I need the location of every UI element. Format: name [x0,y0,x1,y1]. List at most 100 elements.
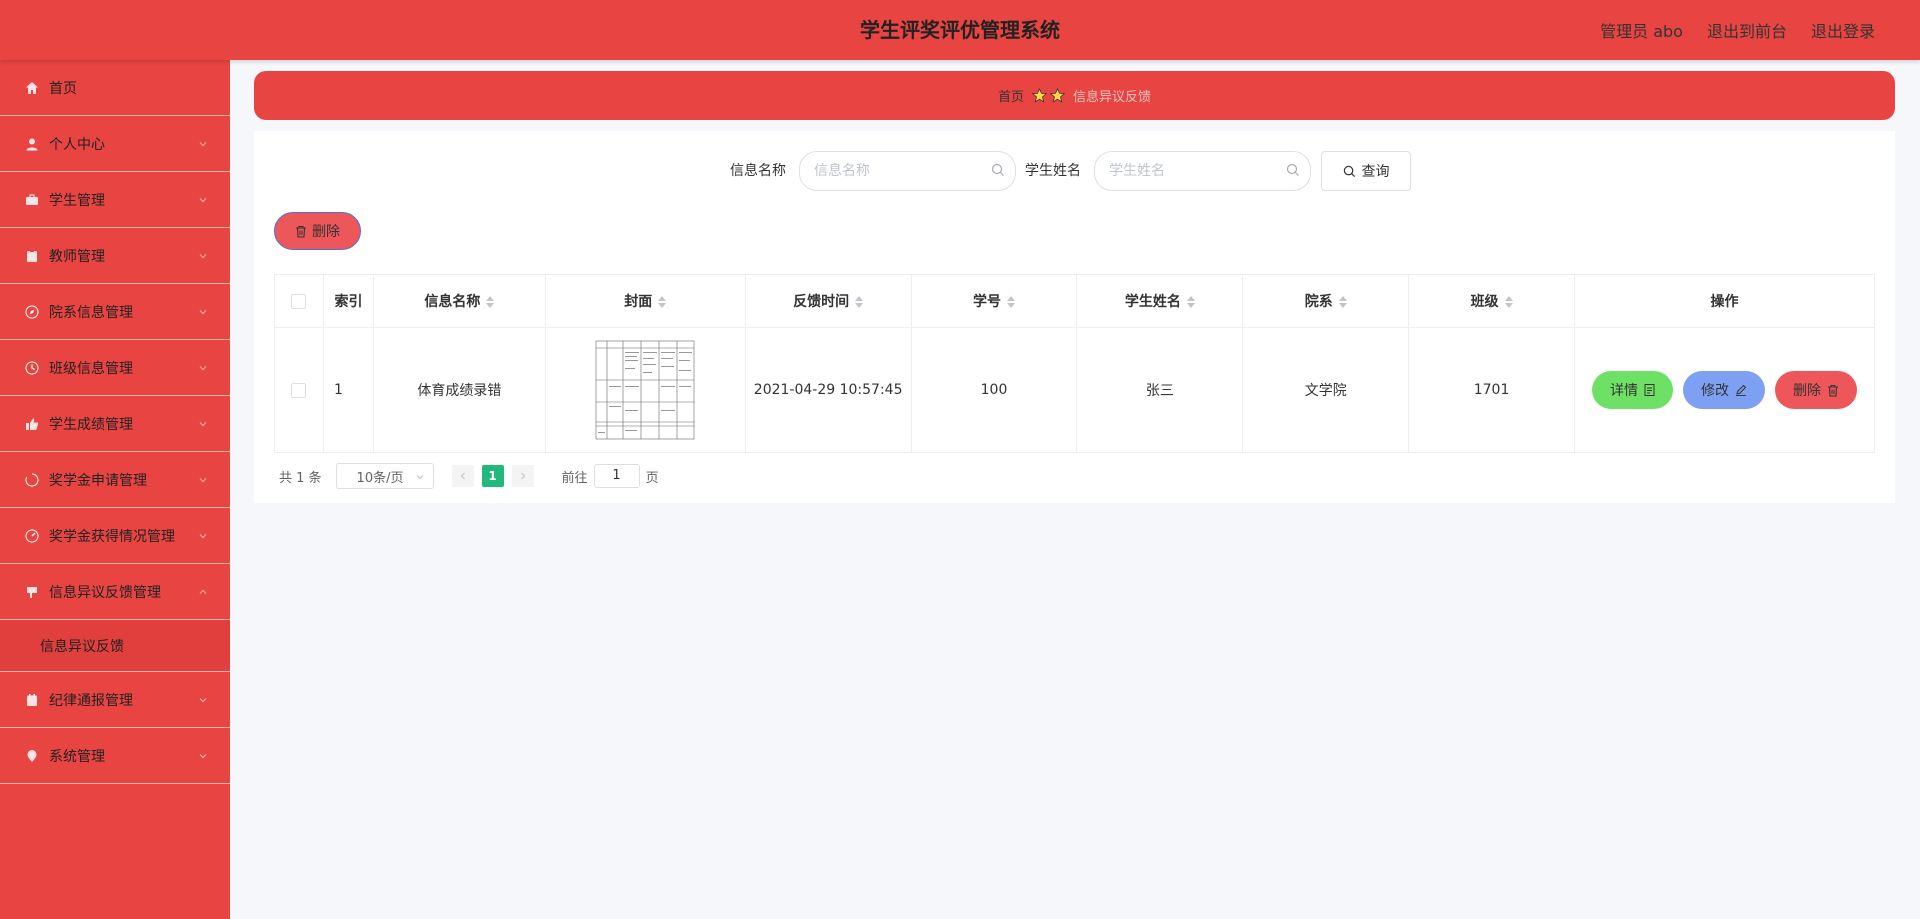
goto-label: 前往 [561,470,588,486]
star-icon [1032,88,1047,103]
info-name-input[interactable] [800,152,986,190]
pagination: 共 1 条 10条/页 1 前往 1 页 [279,462,659,490]
header-actions: 管理员 abo 退出到前台 退出登录 [1600,0,1875,60]
sidebar: 首页 个人中心 学生管理 教师管理 院系信息管理 班级信息管理 学生成绩管理 奖… [0,60,230,919]
row-student-name: 张三 [1076,327,1244,453]
column-header-feedback-time[interactable]: 反馈时间 [744,274,912,328]
batch-delete-label: 删除 [312,224,340,240]
page-size-select[interactable]: 10条/页 [335,463,434,489]
edit-button[interactable]: 修改 [1683,371,1765,409]
sidebar-item-feedback-management[interactable]: 信息异议反馈管理 [0,564,230,620]
sidebar-item-scholarship-awards[interactable]: 奖学金获得情况管理 [0,508,230,564]
column-header-actions: 操作 [1574,274,1875,328]
sidebar-item-teacher-management[interactable]: 教师管理 [0,228,230,284]
row-checkbox[interactable] [291,382,307,398]
sidebar-item-class-management[interactable]: 班级信息管理 [0,340,230,396]
sort-icon[interactable] [486,296,495,308]
column-header-cover[interactable]: 封面 [544,274,746,328]
sidebar-item-label: 首页 [49,80,77,97]
detail-button[interactable]: 详情 [1592,371,1673,409]
location-icon [24,748,40,764]
student-name-field [1094,151,1311,191]
chevron-down-icon [199,421,207,426]
column-header-class[interactable]: 班级 [1408,274,1575,328]
row-select-cell [274,327,324,453]
briefcase-icon [24,192,40,208]
chevron-up-icon [199,589,207,594]
sidebar-item-scholarship-application[interactable]: 奖学金申请管理 [0,452,230,508]
sort-icon[interactable] [1007,296,1015,308]
trash-icon [1828,384,1838,397]
page-number-current[interactable]: 1 [481,465,504,487]
sidebar-item-personal-center[interactable]: 个人中心 [0,116,230,172]
sort-icon[interactable] [1338,296,1347,308]
sort-icon[interactable] [658,296,667,308]
student-name-label: 学生姓名 [1025,163,1081,179]
sidebar-item-label: 信息异议反馈管理 [49,584,161,601]
breadcrumb-current: 信息异议反馈 [1073,90,1152,105]
sidebar-item-label: 奖学金申请管理 [49,472,147,489]
sidebar-item-student-management[interactable]: 学生管理 [0,172,230,228]
sort-icon[interactable] [1186,296,1195,308]
sidebar-item-discipline-management[interactable]: 纪律通报管理 [0,672,230,728]
batch-delete-button[interactable]: 删除 [274,212,361,250]
select-all-checkbox[interactable] [291,293,307,309]
sidebar-item-label: 学生管理 [49,192,105,209]
query-button[interactable]: 查询 [1321,151,1411,191]
chevron-down-icon [199,753,207,758]
student-name-input[interactable] [1095,152,1281,190]
sidebar-item-label: 院系信息管理 [49,304,133,321]
chevron-right-icon [520,472,525,480]
sidebar-item-home[interactable]: 首页 [0,60,230,116]
sidebar-item-score-management[interactable]: 学生成绩管理 [0,396,230,452]
prev-page-button[interactable] [451,465,474,487]
sidebar-item-label: 学生成绩管理 [49,416,133,433]
chevron-down-icon [199,197,207,202]
logout-link[interactable]: 退出登录 [1811,18,1875,42]
admin-user-label[interactable]: 管理员 abo [1600,18,1683,42]
row-index: 1 [322,327,374,453]
sidebar-item-label: 纪律通报管理 [49,692,133,709]
sidebar-item-label: 奖学金获得情况管理 [49,528,175,545]
edit-button-label: 修改 [1701,383,1729,399]
chevron-down-icon [199,309,207,314]
sidebar-subitem-feedback[interactable]: 信息异议反馈 [0,620,230,672]
search-icon [991,163,1004,176]
column-header-student-name[interactable]: 学生姓名 [1076,274,1244,328]
chevron-down-icon [199,141,207,146]
column-header-info-name[interactable]: 信息名称 [372,274,546,328]
breadcrumb-home[interactable]: 首页 [998,86,1024,105]
row-actions: 详情 修改 删除 [1576,371,1873,409]
info-name-field [799,151,1016,191]
sort-icon[interactable] [855,296,864,308]
edit-icon [1736,384,1747,396]
gauge-icon [24,528,40,544]
feedback-table: 索引 信息名称 封面 反馈时间 学号 学生姓名 院系 班级 操作 1 体育成绩录… [274,274,1875,453]
main-panel: 信息名称 学生姓名 查询 删除 索引 信息名称 封面 反馈时间 [254,131,1895,503]
back-to-front-link[interactable]: 退出到前台 [1707,18,1787,42]
cover-image[interactable] [595,340,696,440]
row-class: 1701 [1408,327,1575,453]
search-icon [1286,163,1299,176]
user-icon [24,136,40,152]
chevron-down-icon [199,365,207,370]
next-page-button[interactable] [511,465,534,487]
sidebar-item-label: 个人中心 [49,136,105,153]
row-student-id: 100 [910,327,1078,453]
sidebar-item-department-management[interactable]: 院系信息管理 [0,284,230,340]
sort-icon[interactable] [1504,296,1513,308]
page-jump-input[interactable]: 1 [593,464,640,488]
chevron-down-icon [199,477,207,482]
chevron-down-icon [199,697,207,702]
column-header-department[interactable]: 院系 [1242,274,1410,328]
chevron-down-icon [199,533,207,538]
delete-button[interactable]: 删除 [1775,371,1857,409]
column-header-student-id[interactable]: 学号 [910,274,1078,328]
document-icon [1644,384,1655,396]
query-button-label: 查询 [1361,164,1390,180]
sidebar-item-system-management[interactable]: 系统管理 [0,728,230,784]
home-icon [24,80,40,96]
top-bar: 学生评奖评优管理系统 管理员 abo 退出到前台 退出登录 [0,0,1920,60]
breadcrumb-separator [1032,88,1065,103]
sidebar-item-label: 系统管理 [49,748,105,765]
